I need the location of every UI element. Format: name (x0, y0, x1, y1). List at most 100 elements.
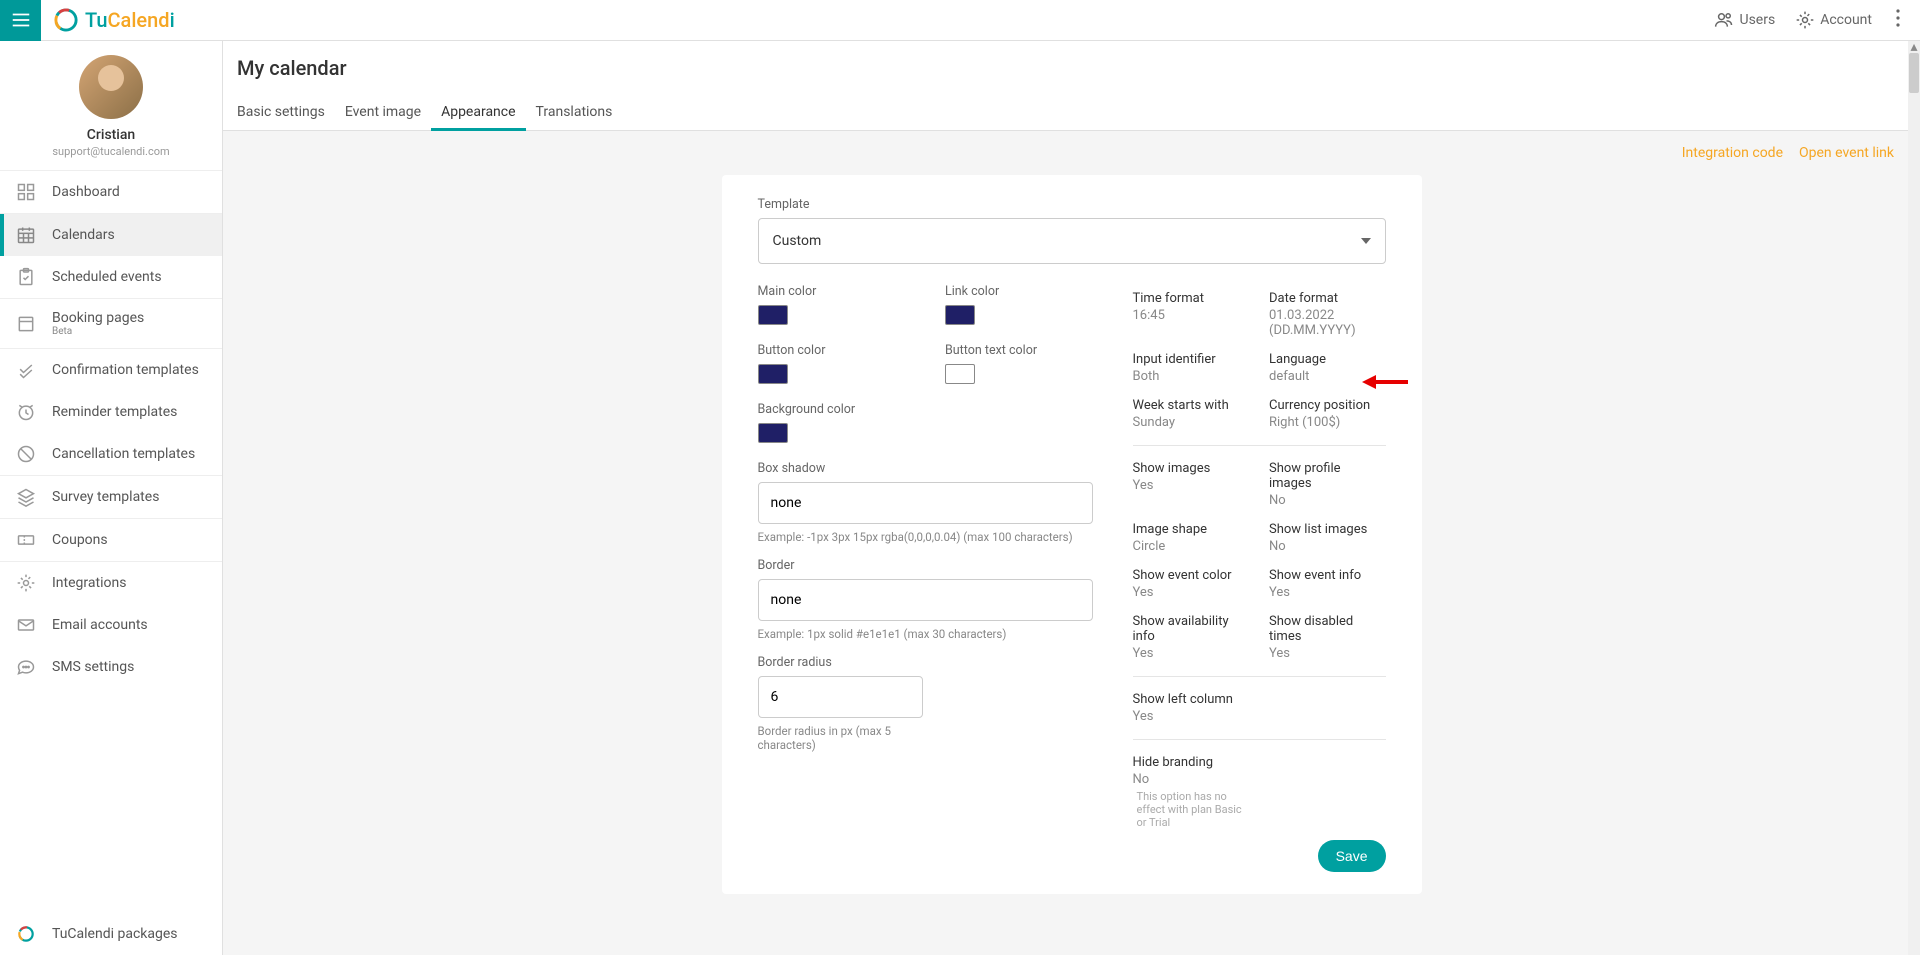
time-format-option[interactable]: Time format16:45 (1133, 291, 1250, 338)
border-radius-label: Border radius (758, 655, 1093, 670)
logo[interactable]: TuCalendi (53, 7, 175, 33)
scroll-up-arrow[interactable]: ▴ (1908, 41, 1920, 53)
nav-scheduled-events[interactable]: Scheduled events (0, 256, 222, 298)
nav-survey-templates[interactable]: Survey templates (0, 476, 222, 518)
account-button[interactable]: Account (1789, 4, 1878, 36)
scrollbar-thumb[interactable] (1909, 53, 1919, 93)
show-profile-images-option[interactable]: Show profile imagesNo (1269, 461, 1386, 508)
nav-coupons[interactable]: Coupons (0, 519, 222, 561)
template-select[interactable]: Custom (758, 218, 1386, 264)
dots-vertical-icon (1896, 9, 1900, 27)
nav-dashboard[interactable]: Dashboard (0, 171, 222, 213)
week-starts-option[interactable]: Week starts withSunday (1133, 398, 1250, 430)
button-text-color-swatch[interactable] (945, 364, 975, 384)
tab-basic-settings[interactable]: Basic settings (237, 94, 335, 130)
user-name: Cristian (0, 127, 222, 143)
border-radius-input[interactable] (758, 676, 923, 718)
main-color-swatch[interactable] (758, 305, 788, 325)
save-button[interactable]: Save (1318, 840, 1386, 872)
nav-label: Integrations (52, 575, 126, 591)
layers-icon (16, 487, 36, 507)
calendar-icon (16, 225, 36, 245)
avatar[interactable] (79, 55, 143, 119)
nav-calendars[interactable]: Calendars (0, 214, 222, 256)
currency-position-option[interactable]: Currency positionRight (100$) (1269, 398, 1386, 430)
hamburger-menu-button[interactable] (0, 0, 41, 41)
nav-reminder-templates[interactable]: Reminder templates (0, 391, 222, 433)
link-color-swatch[interactable] (945, 305, 975, 325)
show-event-info-option[interactable]: Show event infoYes (1269, 568, 1386, 600)
users-button[interactable]: Users (1708, 4, 1781, 36)
nav-label: Booking pages (52, 310, 144, 326)
box-shadow-input[interactable] (758, 482, 1093, 524)
gear-icon (16, 573, 36, 593)
show-disabled-times-option[interactable]: Show disabled timesYes (1269, 614, 1386, 661)
user-section: Cristian support@tucalendi.com (0, 41, 222, 171)
nav-cancellation-templates[interactable]: Cancellation templates (0, 433, 222, 475)
action-links: Integration code Open event link (223, 131, 1920, 175)
show-list-images-option[interactable]: Show list imagesNo (1269, 522, 1386, 554)
border-field: Border Example: 1px solid #e1e1e1 (max 3… (758, 558, 1093, 641)
scrollbar[interactable]: ▴ (1908, 41, 1920, 955)
hide-branding-option[interactable]: Hide branding No This option has no effe… (1133, 755, 1250, 829)
box-shadow-field: Box shadow Example: -1px 3px 15px rgba(0… (758, 461, 1093, 544)
show-left-column-option[interactable]: Show left columnYes (1133, 692, 1250, 724)
nav-booking-pages[interactable]: Booking pagesBeta (0, 299, 222, 348)
background-color-swatch[interactable] (758, 423, 788, 443)
nav-label: SMS settings (52, 659, 134, 675)
clipboard-check-icon (16, 267, 36, 287)
button-color-label: Button color (758, 343, 906, 358)
nav-sms-settings[interactable]: SMS settings (0, 646, 222, 688)
show-availability-option[interactable]: Show availability infoYes (1133, 614, 1250, 661)
nav-label: Survey templates (52, 489, 159, 505)
image-shape-option[interactable]: Image shapeCircle (1133, 522, 1250, 554)
logo-icon (16, 924, 36, 944)
logo-icon (53, 7, 79, 33)
tab-appearance[interactable]: Appearance (431, 94, 525, 130)
main-color-label: Main color (758, 284, 906, 299)
mail-icon (16, 615, 36, 635)
box-shadow-hint: Example: -1px 3px 15px rgba(0,0,0,0.04) … (758, 530, 1093, 544)
nav-email-accounts[interactable]: Email accounts (0, 604, 222, 646)
right-column: Time format16:45 Date format01.03.2022 (… (1133, 284, 1386, 872)
nav-integrations[interactable]: Integrations (0, 562, 222, 604)
chevron-down-icon (1361, 238, 1371, 244)
left-column: Main color Link color Button color (758, 284, 1093, 872)
show-event-color-option[interactable]: Show event colorYes (1133, 568, 1250, 600)
border-input[interactable] (758, 579, 1093, 621)
gear-icon (1795, 10, 1815, 30)
background-color-field: Background color (758, 402, 1093, 447)
more-menu-button[interactable] (1886, 9, 1910, 31)
nav-confirmation-templates[interactable]: Confirmation templates (0, 349, 222, 391)
integration-code-link[interactable]: Integration code (1682, 145, 1783, 161)
tab-event-image[interactable]: Event image (335, 94, 431, 130)
grid-icon (16, 182, 36, 202)
input-identifier-option[interactable]: Input identifierBoth (1133, 352, 1250, 384)
language-option[interactable]: Languagedefault (1269, 352, 1386, 384)
border-label: Border (758, 558, 1093, 573)
button-text-color-label: Button text color (945, 343, 1093, 358)
template-label: Template (758, 197, 1386, 212)
page-title: My calendar (223, 41, 1908, 80)
nav-menu: Dashboard Calendars Scheduled events Boo… (0, 171, 222, 913)
border-radius-field: Border radius Border radius in px (max 5… (758, 655, 1093, 752)
open-event-link[interactable]: Open event link (1799, 145, 1894, 161)
check-icon (16, 360, 36, 380)
nav-label: Cancellation templates (52, 446, 195, 462)
settings-card: Template Custom Main color Link color (722, 175, 1422, 894)
nav-label: Coupons (52, 532, 108, 548)
page-header: My calendar Basic settings Event image A… (223, 41, 1920, 131)
account-label: Account (1820, 12, 1872, 28)
border-radius-hint: Border radius in px (max 5 characters) (758, 724, 923, 752)
nav-packages[interactable]: TuCalendi packages (0, 913, 222, 955)
nav-label: TuCalendi packages (52, 926, 178, 942)
cancel-icon (16, 444, 36, 464)
button-color-swatch[interactable] (758, 364, 788, 384)
nav-label: Confirmation templates (52, 362, 199, 378)
show-images-option[interactable]: Show imagesYes (1133, 461, 1250, 508)
chat-icon (16, 657, 36, 677)
tab-translations[interactable]: Translations (526, 94, 623, 130)
date-format-option[interactable]: Date format01.03.2022 (DD.MM.YYYY) (1269, 291, 1386, 338)
background-color-label: Background color (758, 402, 1093, 417)
box-shadow-label: Box shadow (758, 461, 1093, 476)
